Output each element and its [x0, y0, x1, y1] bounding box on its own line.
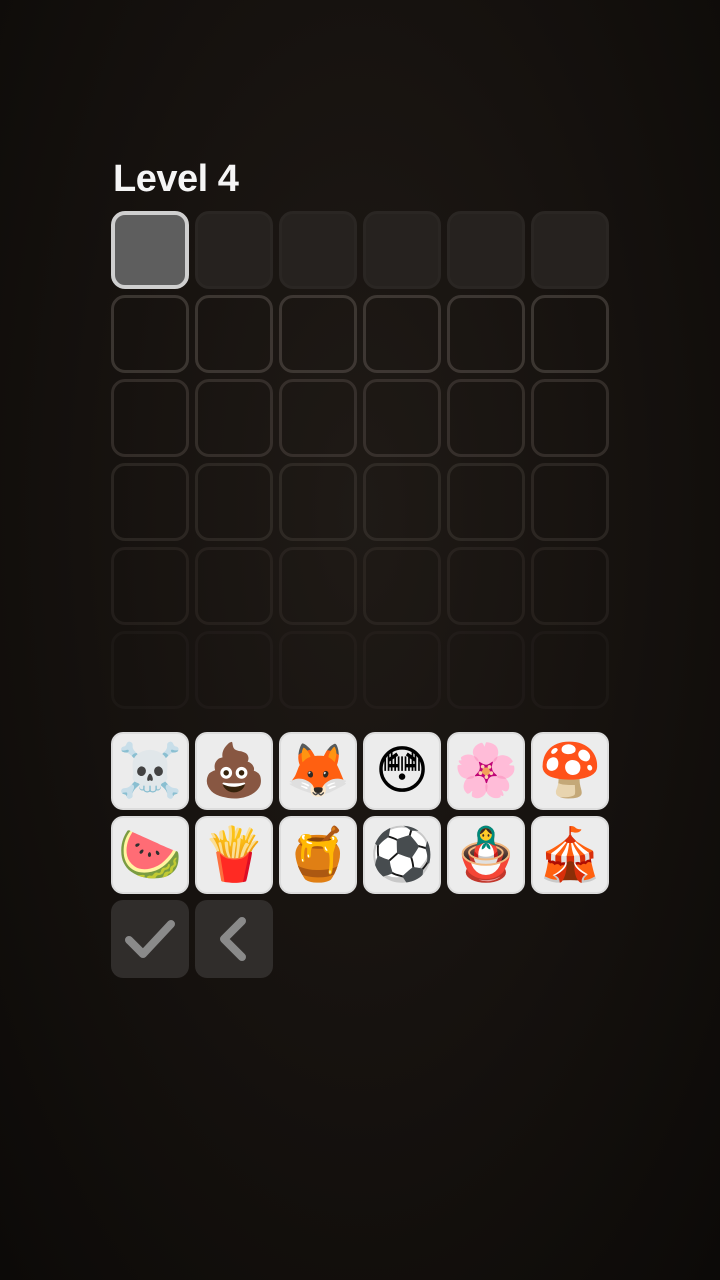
emoji-key[interactable]: 🎪: [531, 816, 609, 894]
board-cell: [195, 547, 273, 625]
checkmark-icon: [125, 920, 175, 958]
fox-icon: 🦊: [285, 742, 351, 800]
nesting-dolls-icon: 🪆: [453, 826, 519, 884]
emoji-key[interactable]: 🦊: [279, 732, 357, 810]
submit-button[interactable]: [111, 900, 189, 978]
emoji-key[interactable]: ⚽: [363, 816, 441, 894]
emoji-key[interactable]: 🍄: [531, 732, 609, 810]
flushed-face-icon: 😳: [374, 742, 430, 800]
emoji-key[interactable]: 💩: [195, 732, 273, 810]
emoji-key[interactable]: 🍯: [279, 816, 357, 894]
soccer-ball-icon: ⚽: [369, 826, 435, 884]
board-cell: [279, 211, 357, 289]
emoji-key[interactable]: 🪆: [447, 816, 525, 894]
board-cell: [111, 379, 189, 457]
french-fries-icon: 🍟: [201, 826, 267, 884]
board-cell-active: [111, 211, 189, 289]
emoji-key[interactable]: 🍟: [195, 816, 273, 894]
emoji-key[interactable]: 😳: [363, 732, 441, 810]
skull-and-crossbones-icon: ☠️: [117, 742, 183, 800]
board-cell: [279, 547, 357, 625]
board-cell: [363, 379, 441, 457]
board-cell: [363, 295, 441, 373]
honey-pot-icon: 🍯: [285, 826, 351, 884]
board-cell: [279, 295, 357, 373]
board-cell: [531, 463, 609, 541]
game-screen: Level 4 ☠️ 💩 🦊 😳 🌸 🍄 🍉 🍟 🍯 ⚽ 🪆 🎪: [0, 0, 720, 1280]
board-cell: [447, 631, 525, 709]
watermelon-icon: 🍉: [117, 826, 183, 884]
board-cell: [111, 547, 189, 625]
board-cell: [363, 463, 441, 541]
emoji-key[interactable]: ☠️: [111, 732, 189, 810]
board-cell: [531, 295, 609, 373]
chevron-left-icon: [220, 917, 246, 961]
board-cell: [279, 631, 357, 709]
board-cell: [447, 211, 525, 289]
board-cell: [363, 211, 441, 289]
board-cell: [195, 211, 273, 289]
board-cell: [447, 463, 525, 541]
board-cell: [531, 631, 609, 709]
board-cell: [195, 463, 273, 541]
board-cell: [447, 295, 525, 373]
board-cell: [111, 631, 189, 709]
backspace-button[interactable]: [195, 900, 273, 978]
board-cell: [531, 379, 609, 457]
board-cell: [531, 211, 609, 289]
board-cell: [363, 631, 441, 709]
pile-of-poo-icon: 💩: [201, 742, 267, 800]
emoji-key[interactable]: 🍉: [111, 816, 189, 894]
board-cell: [111, 463, 189, 541]
board-cell: [279, 379, 357, 457]
level-title: Level 4: [113, 158, 239, 200]
board-cell: [531, 547, 609, 625]
emoji-key[interactable]: 🌸: [447, 732, 525, 810]
cherry-blossom-icon: 🌸: [453, 742, 519, 800]
board-cell: [195, 631, 273, 709]
board-cell: [447, 547, 525, 625]
board-cell: [447, 379, 525, 457]
board-cell: [195, 379, 273, 457]
board-cell: [363, 547, 441, 625]
circus-tent-icon: 🎪: [537, 826, 603, 884]
board-cell: [279, 463, 357, 541]
board-cell: [111, 295, 189, 373]
mushroom-icon: 🍄: [537, 742, 603, 800]
board-cell: [195, 295, 273, 373]
